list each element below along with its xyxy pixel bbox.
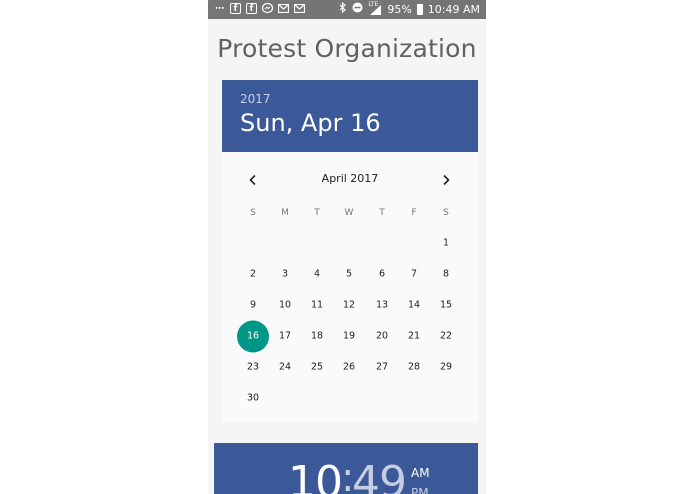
calendar-day[interactable]: 10 (269, 290, 301, 321)
calendar-day[interactable]: 27 (366, 352, 398, 383)
calendar-day[interactable]: 21 (398, 321, 430, 352)
calendar-day[interactable]: 4 (301, 259, 333, 290)
calendar-day[interactable]: 18 (301, 321, 333, 352)
chat-icon: ⋯ (215, 3, 224, 14)
signal-icon: LTE (368, 1, 382, 15)
calendar-day[interactable]: 24 (269, 352, 301, 383)
calendar-day[interactable]: 26 (333, 352, 365, 383)
calendar-day[interactable]: 9 (237, 290, 269, 321)
battery-percent: 95% (387, 2, 412, 16)
status-right: LTE 95% 10:49 AM (339, 1, 480, 16)
calendar-day[interactable]: 23 (237, 352, 269, 383)
hour-display[interactable]: 10 (288, 457, 343, 494)
time-picker-header: 10 : 49 AM PM (214, 443, 478, 494)
calendar-day[interactable]: 29 (430, 352, 462, 383)
battery-icon (416, 3, 423, 15)
minute-display[interactable]: 49 (352, 457, 407, 494)
calendar-day[interactable]: 13 (366, 290, 398, 321)
calendar-day[interactable]: 17 (269, 321, 301, 352)
date-picker-header: 2017 Sun, Apr 16 (222, 80, 478, 152)
calendar-day[interactable]: 1 (430, 228, 462, 259)
selected-year[interactable]: 2017 (240, 92, 271, 106)
am-toggle[interactable]: AM (411, 466, 430, 480)
calendar-day[interactable]: 15 (430, 290, 462, 321)
status-bar: ⋯ f f LTE 95% 10:49 AM (208, 0, 486, 19)
calendar-day[interactable]: 11 (301, 290, 333, 321)
gmail-icon (278, 3, 289, 14)
calendar-day[interactable]: 20 (366, 321, 398, 352)
calendar-day[interactable]: 30 (237, 383, 269, 414)
calendar-day[interactable]: 22 (430, 321, 462, 352)
calendar-day[interactable]: 19 (333, 321, 365, 352)
selected-day[interactable]: 16 (237, 320, 269, 352)
do-not-disturb-icon (352, 2, 363, 16)
pm-toggle[interactable]: PM (411, 486, 429, 494)
facebook-icon: f (246, 3, 257, 14)
calendar-day[interactable]: 28 (398, 352, 430, 383)
page-title: Protest Organization (217, 34, 477, 63)
calendar-day[interactable]: 5 (333, 259, 365, 290)
calendar-day[interactable]: 2 (237, 259, 269, 290)
clock: 10:49 AM (427, 2, 480, 16)
gmail-icon (294, 3, 305, 14)
day-grid: 1 2 3 4 5 6 7 8 9 10 11 12 13 14 15 16 17 18 19 20 21 22 23 24 2… (222, 152, 478, 422)
facebook-icon: f (230, 3, 241, 14)
phone-screen: ⋯ f f LTE 95% 10:49 AM Protest Organizat… (208, 0, 486, 494)
calendar-day[interactable]: 14 (398, 290, 430, 321)
calendar-day[interactable]: 8 (430, 259, 462, 290)
selected-date[interactable]: Sun, Apr 16 (240, 109, 381, 137)
calendar-day[interactable]: 6 (366, 259, 398, 290)
calendar: April 2017 S M T W T F S 1 2 3 4 5 6 7 8 9 10 11 12… (222, 152, 478, 422)
messenger-icon (262, 3, 273, 14)
bluetooth-icon (339, 1, 347, 16)
calendar-day[interactable]: 3 (269, 259, 301, 290)
calendar-day[interactable]: 12 (333, 290, 365, 321)
notification-icons: ⋯ f f (214, 3, 305, 14)
calendar-day[interactable]: 7 (398, 259, 430, 290)
calendar-day[interactable]: 25 (301, 352, 333, 383)
